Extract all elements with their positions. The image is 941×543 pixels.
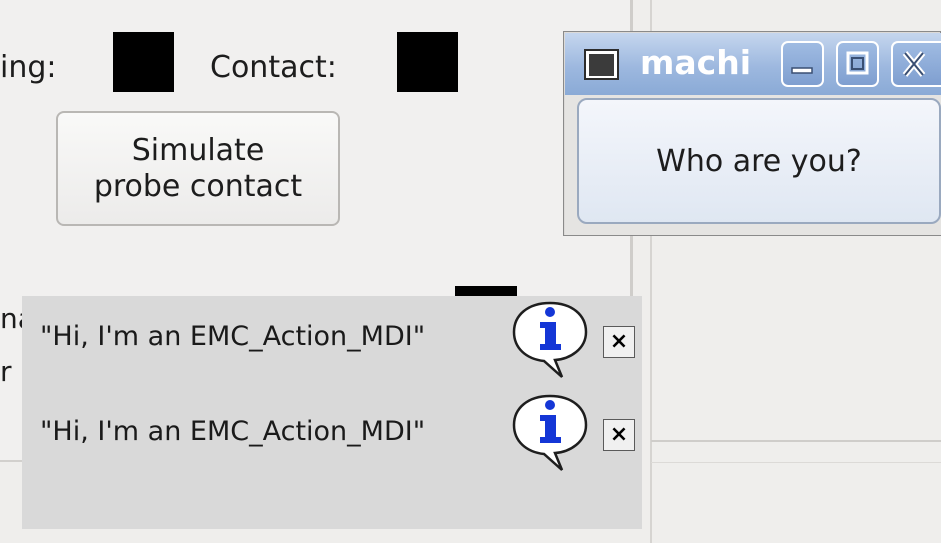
- minimize-icon: [791, 67, 813, 74]
- maximize-icon: [846, 51, 869, 75]
- dialog-titlebar[interactable]: [565, 33, 941, 95]
- running-indicator: [113, 32, 174, 92]
- window-menu-icon[interactable]: [584, 49, 619, 80]
- close-window-button[interactable]: [891, 41, 941, 87]
- who-are-you-label: Who are you?: [656, 143, 862, 179]
- close-icon: ×: [609, 422, 629, 447]
- contact-indicator: [397, 32, 458, 92]
- simulate-probe-contact-button[interactable]: Simulate probe contact: [56, 111, 340, 226]
- clipped-label: na: [0, 305, 22, 333]
- close-notification-button[interactable]: ×: [603, 419, 635, 451]
- contact-label: Contact:: [210, 50, 337, 85]
- simulate-button-label-line2: probe contact: [93, 168, 303, 204]
- notification-text: "Hi, I'm an EMC_Action_MDI": [40, 416, 426, 447]
- dialog-title: machi: [640, 43, 752, 82]
- running-label: ing:: [0, 50, 57, 85]
- close-notification-button[interactable]: ×: [603, 326, 635, 358]
- close-icon: ×: [609, 329, 629, 354]
- who-are-you-button[interactable]: Who are you?: [577, 98, 941, 224]
- maximize-button[interactable]: [836, 41, 879, 87]
- info-bubble-icon: [512, 301, 588, 378]
- minimize-button[interactable]: [781, 41, 824, 87]
- info-bubble-icon: [512, 394, 588, 471]
- right-area-divider: [651, 462, 941, 463]
- notification-text: "Hi, I'm an EMC_Action_MDI": [40, 321, 426, 352]
- simulate-button-label-line1: Simulate: [131, 132, 265, 168]
- clipped-label: r: [0, 358, 12, 386]
- right-area-divider: [651, 440, 941, 442]
- close-icon: [902, 51, 926, 77]
